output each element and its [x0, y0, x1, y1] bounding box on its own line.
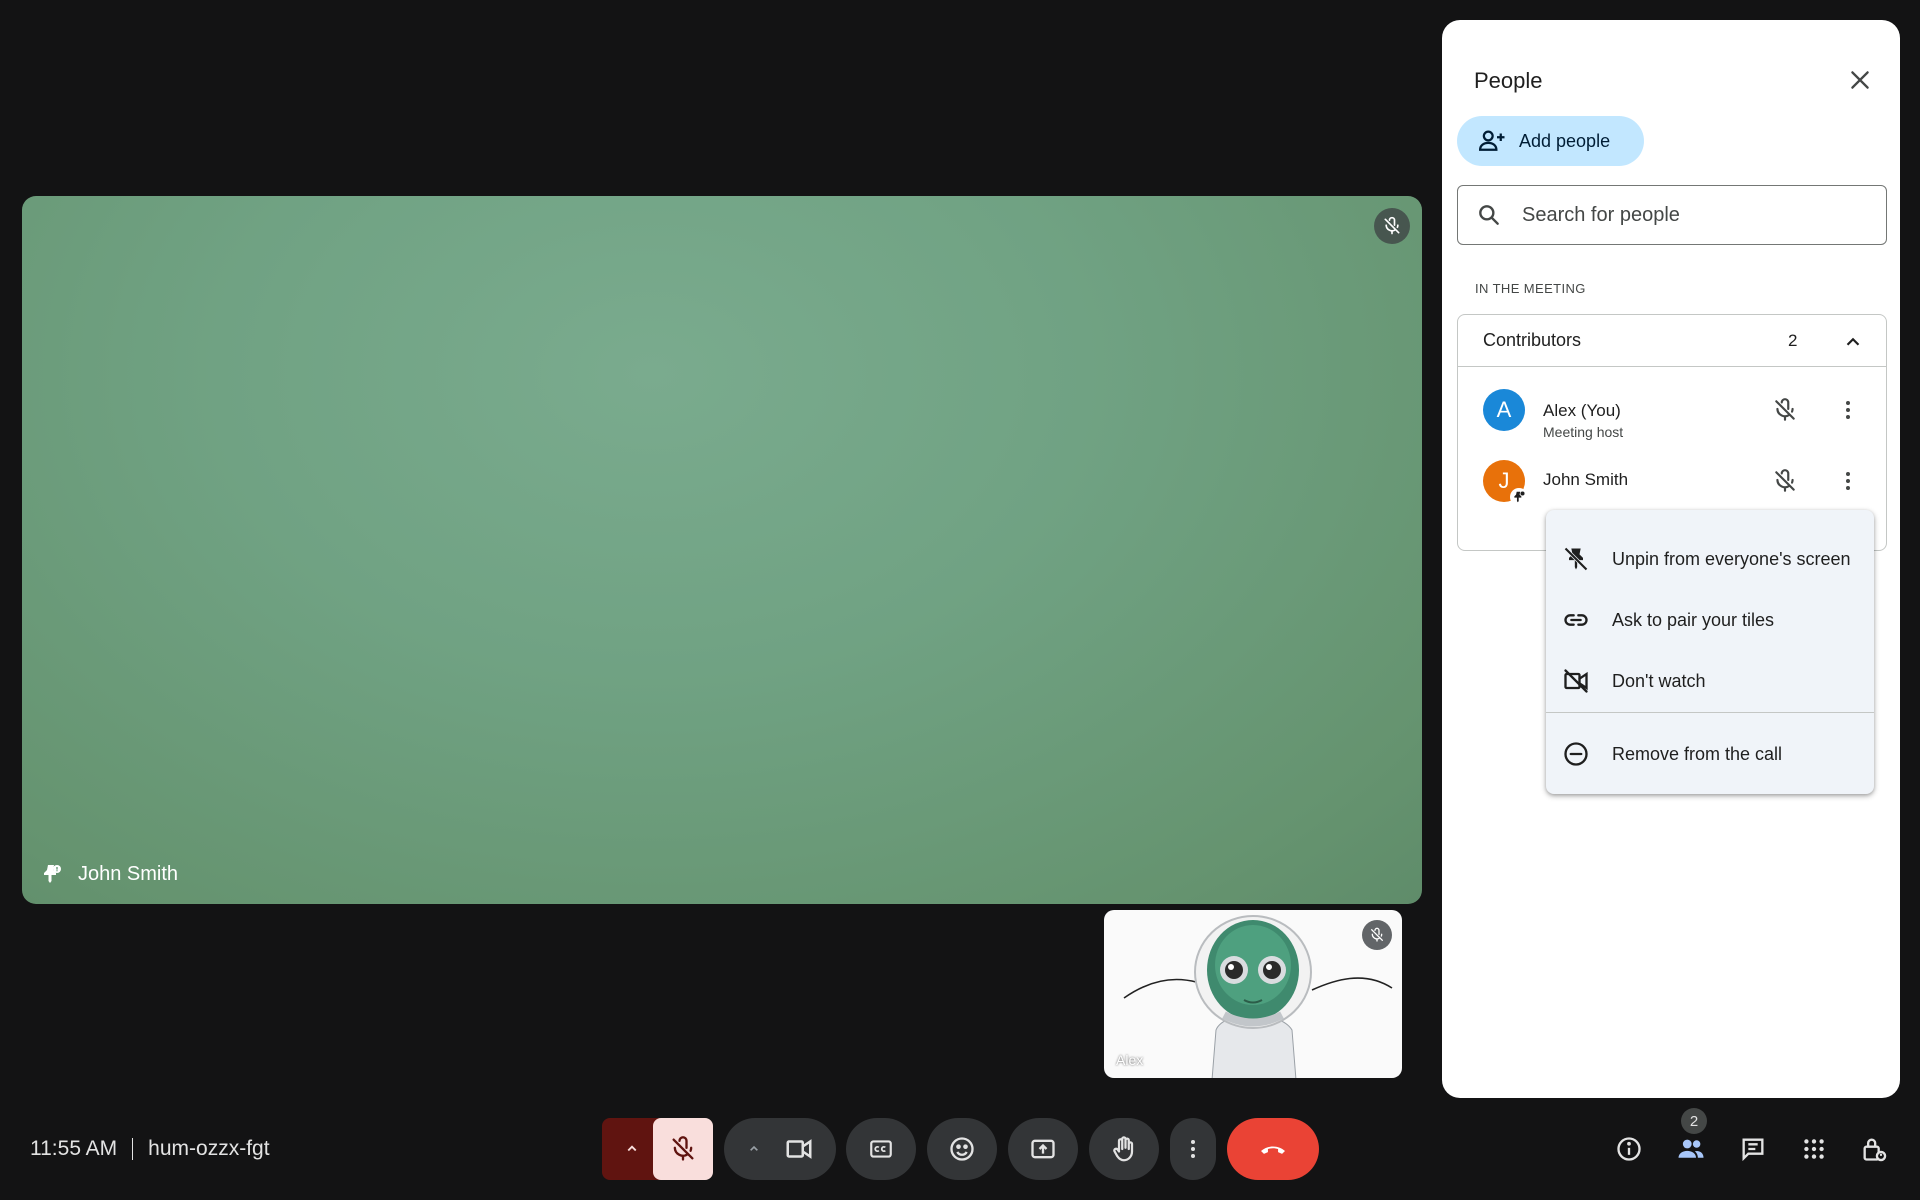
more-vert-icon	[1191, 1140, 1195, 1158]
chat-icon	[1742, 1138, 1764, 1162]
present-screen-icon	[1031, 1139, 1055, 1159]
host-controls-button[interactable]	[1849, 1118, 1899, 1180]
meeting-details-button[interactable]	[1604, 1118, 1654, 1180]
remove-circle-icon	[1564, 742, 1588, 766]
menu-item-label: Remove from the call	[1612, 743, 1783, 764]
close-icon	[1851, 71, 1869, 89]
search-icon	[1479, 205, 1499, 225]
search-people-field[interactable]	[1457, 185, 1887, 245]
mic-off-icon	[1775, 469, 1795, 492]
video-off-icon	[1564, 669, 1588, 693]
section-label: IN THE MEETING	[1475, 281, 1586, 296]
closed-captions-icon	[870, 1140, 892, 1158]
hang-up-icon	[1261, 1146, 1285, 1154]
info-icon	[1617, 1137, 1641, 1161]
main-video-tile[interactable]: John Smith	[22, 196, 1422, 904]
chat-button[interactable]	[1728, 1118, 1778, 1180]
avatar-illustration	[1123, 915, 1393, 1078]
self-tile-muted-badge	[1362, 920, 1392, 950]
mic-off-icon	[1384, 216, 1400, 235]
mic-off-icon	[1371, 927, 1383, 942]
lock-person-icon	[1863, 1138, 1887, 1162]
add-people-button[interactable]: Add people	[1457, 116, 1644, 166]
add-people-label: Add people	[1519, 130, 1611, 151]
tile-name-tag: John Smith	[40, 862, 178, 886]
menu-item-pair-tiles[interactable]: Ask to pair your tiles	[1546, 590, 1874, 650]
mic-off-icon	[1775, 398, 1795, 421]
reactions-button[interactable]	[927, 1118, 997, 1180]
participant-mic-status[interactable]	[1770, 395, 1800, 425]
participants-count-badge: 2	[1681, 1108, 1707, 1134]
emoji-icon	[950, 1137, 974, 1161]
end-call-button[interactable]	[1227, 1118, 1319, 1180]
group-count: 2	[1788, 331, 1798, 350]
video-options-button[interactable]	[724, 1118, 836, 1180]
participant-more-button[interactable]	[1833, 395, 1863, 425]
avatar-initial: A	[1496, 397, 1512, 422]
people-button[interactable]: 2	[1666, 1108, 1716, 1180]
participant-more-button[interactable]	[1833, 466, 1863, 496]
raise-hand-button[interactable]	[1089, 1118, 1159, 1180]
mic-toggle-button[interactable]	[653, 1118, 713, 1180]
menu-item-label: Don't watch	[1612, 670, 1706, 691]
menu-item-label: Ask to pair your tiles	[1612, 609, 1775, 630]
tile-muted-badge	[1374, 208, 1410, 244]
mic-off-icon	[672, 1136, 694, 1161]
search-input[interactable]	[1522, 203, 1842, 227]
participant-role: Meeting host	[1543, 424, 1624, 440]
chevron-up-icon[interactable]	[1838, 327, 1868, 357]
participant-name: Alex (You)	[1543, 401, 1621, 420]
present-button[interactable]	[1008, 1118, 1078, 1180]
panel-title: People	[1474, 68, 1543, 93]
apps-grid-icon	[1804, 1139, 1824, 1159]
more-vert-icon	[1846, 401, 1850, 419]
avatar-initial: J	[1498, 468, 1510, 493]
menu-divider	[1546, 712, 1874, 713]
captions-button[interactable]	[846, 1118, 916, 1180]
avatar: A	[1483, 389, 1525, 431]
participant-mic-status[interactable]	[1770, 466, 1800, 496]
chevron-up-icon	[750, 1145, 758, 1151]
pinned-badge-icon	[1510, 488, 1528, 506]
meet-window: John Smith Alex 11:55 AM hum-ozzx-fgt 2 …	[0, 0, 1920, 1200]
activities-button[interactable]	[1789, 1118, 1839, 1180]
unpin-icon	[1564, 547, 1588, 571]
menu-item-unpin[interactable]: Unpin from everyone's screen	[1546, 529, 1874, 589]
self-video-tile[interactable]: Alex	[1104, 910, 1402, 1078]
menu-item-remove[interactable]: Remove from the call	[1546, 724, 1874, 784]
participant-row[interactable]: J John Smith	[1458, 450, 1886, 510]
people-icon	[1678, 1139, 1704, 1158]
camera-icon	[786, 1139, 812, 1159]
self-tile-label: Alex	[1116, 1052, 1144, 1068]
contributors-header[interactable]: Contributors 2	[1458, 315, 1886, 367]
group-title: Contributors	[1483, 330, 1582, 350]
link-icon	[1564, 614, 1588, 626]
more-vert-icon	[1846, 472, 1850, 490]
close-panel-button[interactable]	[1842, 62, 1878, 98]
add-person-icon	[1478, 130, 1505, 151]
participant-name: John Smith	[1543, 470, 1629, 489]
menu-item-label: Unpin from everyone's screen	[1612, 548, 1851, 569]
tile-participant-name: John Smith	[78, 862, 179, 885]
more-options-button[interactable]	[1170, 1118, 1216, 1180]
participant-context-menu: Unpin from everyone's screen Ask to pair…	[1546, 510, 1874, 794]
participant-row[interactable]: A Alex (You) Meeting host	[1458, 379, 1886, 440]
hand-icon	[1113, 1136, 1134, 1162]
menu-item-dont-watch[interactable]: Don't watch	[1546, 651, 1874, 711]
pin-icon	[44, 865, 61, 883]
chevron-up-icon	[627, 1145, 637, 1152]
